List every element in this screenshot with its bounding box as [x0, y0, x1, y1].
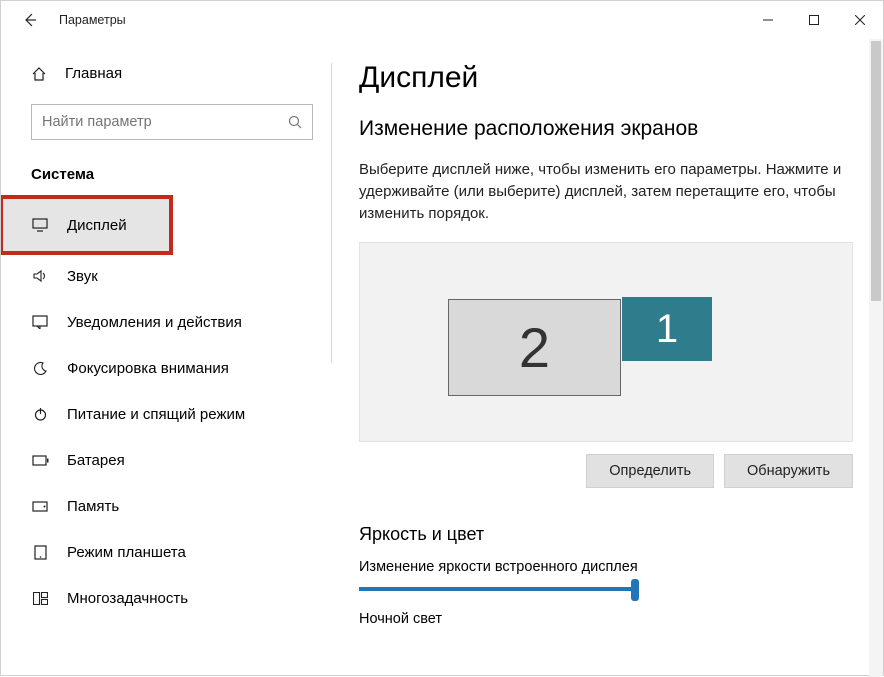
sidebar-category: Система [1, 140, 331, 197]
section-brightness-title: Яркость и цвет [359, 524, 853, 545]
sidebar-item-label: Режим планшета [67, 544, 186, 561]
arrow-left-icon [22, 12, 38, 28]
sidebar-item-multitask[interactable]: Многозадачность [1, 575, 331, 621]
night-light-label: Ночной свет [359, 611, 853, 627]
section-arrange-title: Изменение расположения экранов [359, 117, 853, 141]
sidebar-item-label: Батарея [67, 452, 125, 469]
sidebar-item-label: Питание и спящий режим [67, 406, 245, 423]
storage-icon [31, 501, 49, 512]
maximize-button[interactable] [791, 1, 837, 39]
scrollbar[interactable] [869, 39, 883, 677]
sidebar-item-label: Дисплей [67, 217, 127, 234]
power-icon [31, 407, 49, 422]
close-button[interactable] [837, 1, 883, 39]
brightness-slider-label: Изменение яркости встроенного дисплея [359, 559, 853, 575]
sound-icon [31, 269, 49, 283]
multitask-icon [31, 592, 49, 605]
search-icon [288, 115, 302, 129]
brightness-slider[interactable] [359, 587, 635, 591]
monitor-1[interactable]: 1 [622, 297, 712, 361]
main-panel: Дисплей Изменение расположения экранов В… [331, 39, 883, 677]
sidebar-item-display[interactable]: Дисплей [1, 197, 171, 253]
display-icon [31, 218, 49, 232]
slider-thumb[interactable] [631, 579, 639, 601]
sidebar-home-label: Главная [65, 65, 122, 82]
sidebar: Главная Система Дисплей Звук Уведомления… [1, 39, 331, 677]
sidebar-item-label: Уведомления и действия [67, 314, 242, 331]
battery-icon [31, 455, 49, 466]
search-box[interactable] [31, 104, 313, 140]
display-arrange-canvas[interactable]: 2 1 [359, 242, 853, 442]
tablet-icon [31, 545, 49, 560]
detect-button[interactable]: Обнаружить [724, 454, 853, 488]
sidebar-item-tablet[interactable]: Режим планшета [1, 529, 331, 575]
titlebar: Параметры [1, 1, 883, 39]
home-icon [31, 66, 47, 82]
sidebar-item-label: Многозадачность [67, 590, 188, 607]
search-input[interactable] [42, 114, 288, 130]
window-title: Параметры [59, 13, 126, 27]
sidebar-item-label: Фокусировка внимания [67, 360, 229, 377]
sidebar-home[interactable]: Главная [1, 57, 331, 90]
sidebar-item-storage[interactable]: Память [1, 483, 331, 529]
notifications-icon [31, 315, 49, 329]
monitor-2[interactable]: 2 [448, 299, 621, 396]
sidebar-item-label: Звук [67, 268, 98, 285]
sidebar-item-focus[interactable]: Фокусировка внимания [1, 345, 331, 391]
moon-icon [31, 361, 49, 376]
sidebar-item-notifications[interactable]: Уведомления и действия [1, 299, 331, 345]
sidebar-item-battery[interactable]: Батарея [1, 437, 331, 483]
identify-button[interactable]: Определить [586, 454, 714, 488]
sidebar-item-sound[interactable]: Звук [1, 253, 331, 299]
sidebar-item-label: Память [67, 498, 119, 515]
section-arrange-desc: Выберите дисплей ниже, чтобы изменить ег… [359, 159, 853, 224]
page-title: Дисплей [359, 61, 853, 95]
sidebar-item-power[interactable]: Питание и спящий режим [1, 391, 331, 437]
scrollbar-thumb[interactable] [871, 41, 881, 301]
minimize-button[interactable] [745, 1, 791, 39]
back-button[interactable] [7, 1, 53, 39]
